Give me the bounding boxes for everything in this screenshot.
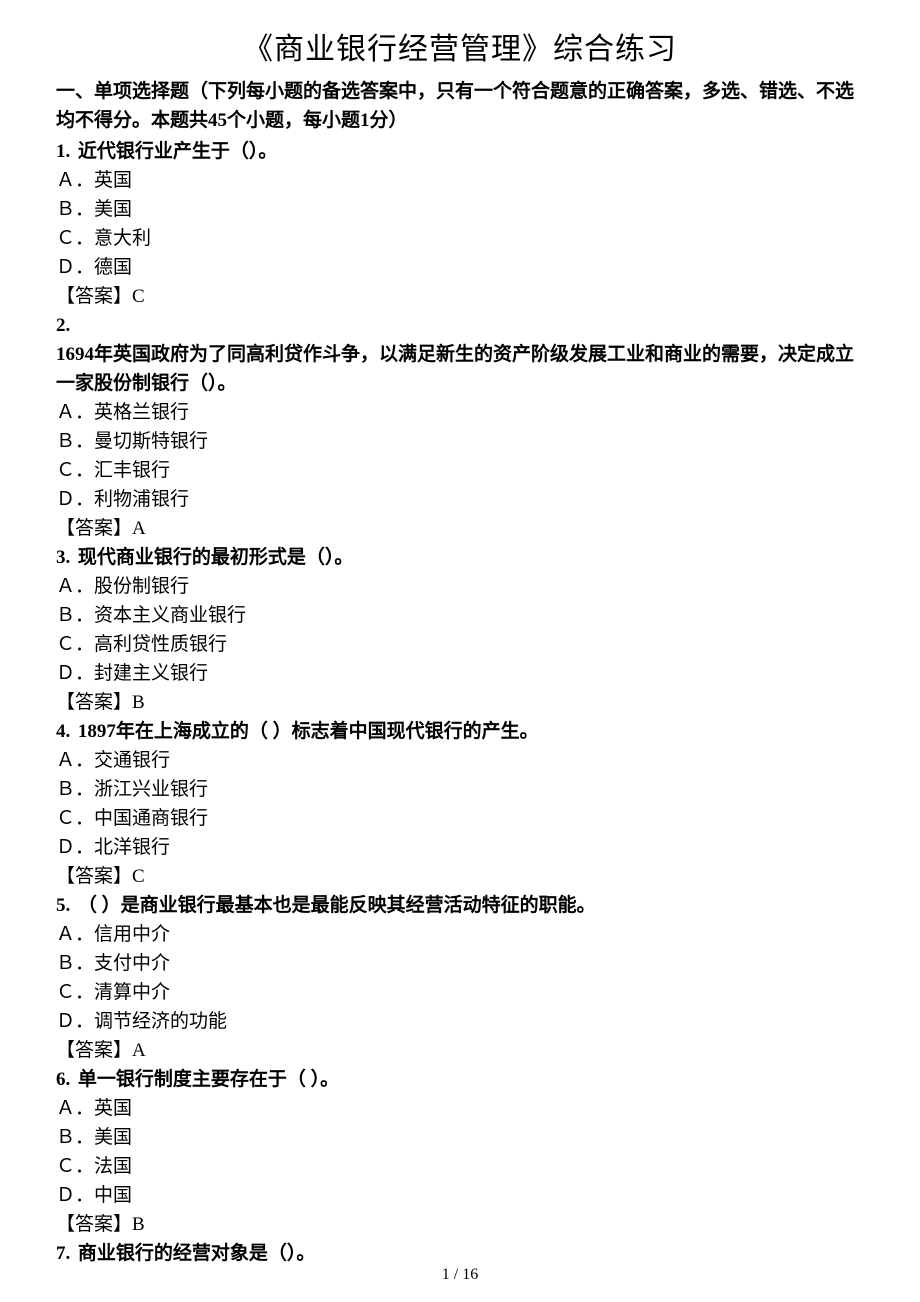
question-4: 4. 1897年在上海成立的（ ）标志着中国现代银行的产生。 Ａ．交通银行 Ｂ．浙…: [56, 717, 864, 891]
doc-title: 《商业银行经营管理》综合练习: [56, 24, 864, 68]
q5-option-a: Ａ．信用中介: [56, 920, 864, 949]
q1-option-b: Ｂ．美国: [56, 195, 864, 224]
q6-stem: 6. 单一银行制度主要存在于（ ）。: [56, 1065, 864, 1094]
q1-stem-text: 近代银行业产生于（）。: [78, 141, 278, 162]
q3-number: 3.: [56, 547, 70, 568]
q4-number: 4.: [56, 721, 70, 742]
q1-option-c: Ｃ．意大利: [56, 224, 864, 253]
q6-stem-text: 单一银行制度主要存在于（ ）。: [78, 1069, 339, 1090]
question-2: 2. 1694年英国政府为了同高利贷作斗争，以满足新生的资产阶级发展工业和商业的…: [56, 311, 864, 543]
q3-option-b: Ｂ．资本主义商业银行: [56, 601, 864, 630]
q4-option-c: Ｃ．中国通商银行: [56, 804, 864, 833]
q5-option-b: Ｂ．支付中介: [56, 949, 864, 978]
q2-option-d: Ｄ．利物浦银行: [56, 485, 864, 514]
q3-option-a: Ａ．股份制银行: [56, 572, 864, 601]
q7-stem: 7. 商业银行的经营对象是（）。: [56, 1239, 864, 1268]
question-7: 7. 商业银行的经营对象是（）。: [56, 1239, 864, 1268]
section-instruction: 一、单项选择题（下列每小题的备选答案中，只有一个符合题意的正确答案，多选、错选、…: [56, 78, 864, 135]
q5-stem-text: （ ）是商业银行最基本也是最能反映其经营活动特征的职能。: [78, 895, 596, 916]
q4-option-a: Ａ．交通银行: [56, 746, 864, 775]
q4-option-d: Ｄ．北洋银行: [56, 833, 864, 862]
q6-option-c: Ｃ．法国: [56, 1152, 864, 1181]
q6-option-a: Ａ．英国: [56, 1094, 864, 1123]
q2-option-b: Ｂ．曼切斯特银行: [56, 427, 864, 456]
q5-number: 5.: [56, 895, 70, 916]
q5-option-d: Ｄ．调节经济的功能: [56, 1007, 864, 1036]
q4-option-b: Ｂ．浙江兴业银行: [56, 775, 864, 804]
q2-answer: 【答案】A: [56, 514, 864, 543]
q1-answer: 【答案】C: [56, 282, 864, 311]
q1-stem: 1. 近代银行业产生于（）。: [56, 137, 864, 166]
page-number: 1 / 16: [0, 1266, 920, 1284]
q6-option-b: Ｂ．美国: [56, 1123, 864, 1152]
q3-stem: 3. 现代商业银行的最初形式是（）。: [56, 543, 864, 572]
q4-stem-text: 1897年在上海成立的（ ）标志着中国现代银行的产生。: [78, 721, 539, 742]
q1-option-d: Ｄ．德国: [56, 253, 864, 282]
q4-stem: 4. 1897年在上海成立的（ ）标志着中国现代银行的产生。: [56, 717, 864, 746]
q1-option-a: Ａ．英国: [56, 166, 864, 195]
q2-option-c: Ｃ．汇丰银行: [56, 456, 864, 485]
question-6: 6. 单一银行制度主要存在于（ ）。 Ａ．英国 Ｂ．美国 Ｃ．法国 Ｄ．中国 【答…: [56, 1065, 864, 1239]
q6-number: 6.: [56, 1069, 70, 1090]
question-3: 3. 现代商业银行的最初形式是（）。 Ａ．股份制银行 Ｂ．资本主义商业银行 Ｃ．高…: [56, 543, 864, 717]
question-5: 5. （ ）是商业银行最基本也是最能反映其经营活动特征的职能。 Ａ．信用中介 Ｂ．…: [56, 891, 864, 1065]
q6-answer: 【答案】B: [56, 1210, 864, 1239]
q7-number: 7.: [56, 1243, 70, 1264]
q3-stem-text: 现代商业银行的最初形式是（）。: [78, 547, 354, 568]
q6-option-d: Ｄ．中国: [56, 1181, 864, 1210]
q4-answer: 【答案】C: [56, 862, 864, 891]
q3-option-d: Ｄ．封建主义银行: [56, 659, 864, 688]
q2-stem: 1694年英国政府为了同高利贷作斗争，以满足新生的资产阶级发展工业和商业的需要，…: [56, 340, 864, 398]
q3-answer: 【答案】B: [56, 688, 864, 717]
q3-option-c: Ｃ．高利贷性质银行: [56, 630, 864, 659]
q2-number: 2.: [56, 311, 864, 340]
q7-stem-text: 商业银行的经营对象是（）。: [78, 1243, 316, 1264]
q5-answer: 【答案】A: [56, 1036, 864, 1065]
q5-stem: 5. （ ）是商业银行最基本也是最能反映其经营活动特征的职能。: [56, 891, 864, 920]
q1-number: 1.: [56, 141, 70, 162]
q5-option-c: Ｃ．清算中介: [56, 978, 864, 1007]
question-1: 1. 近代银行业产生于（）。 Ａ．英国 Ｂ．美国 Ｃ．意大利 Ｄ．德国 【答案】C: [56, 137, 864, 311]
q2-option-a: Ａ．英格兰银行: [56, 398, 864, 427]
